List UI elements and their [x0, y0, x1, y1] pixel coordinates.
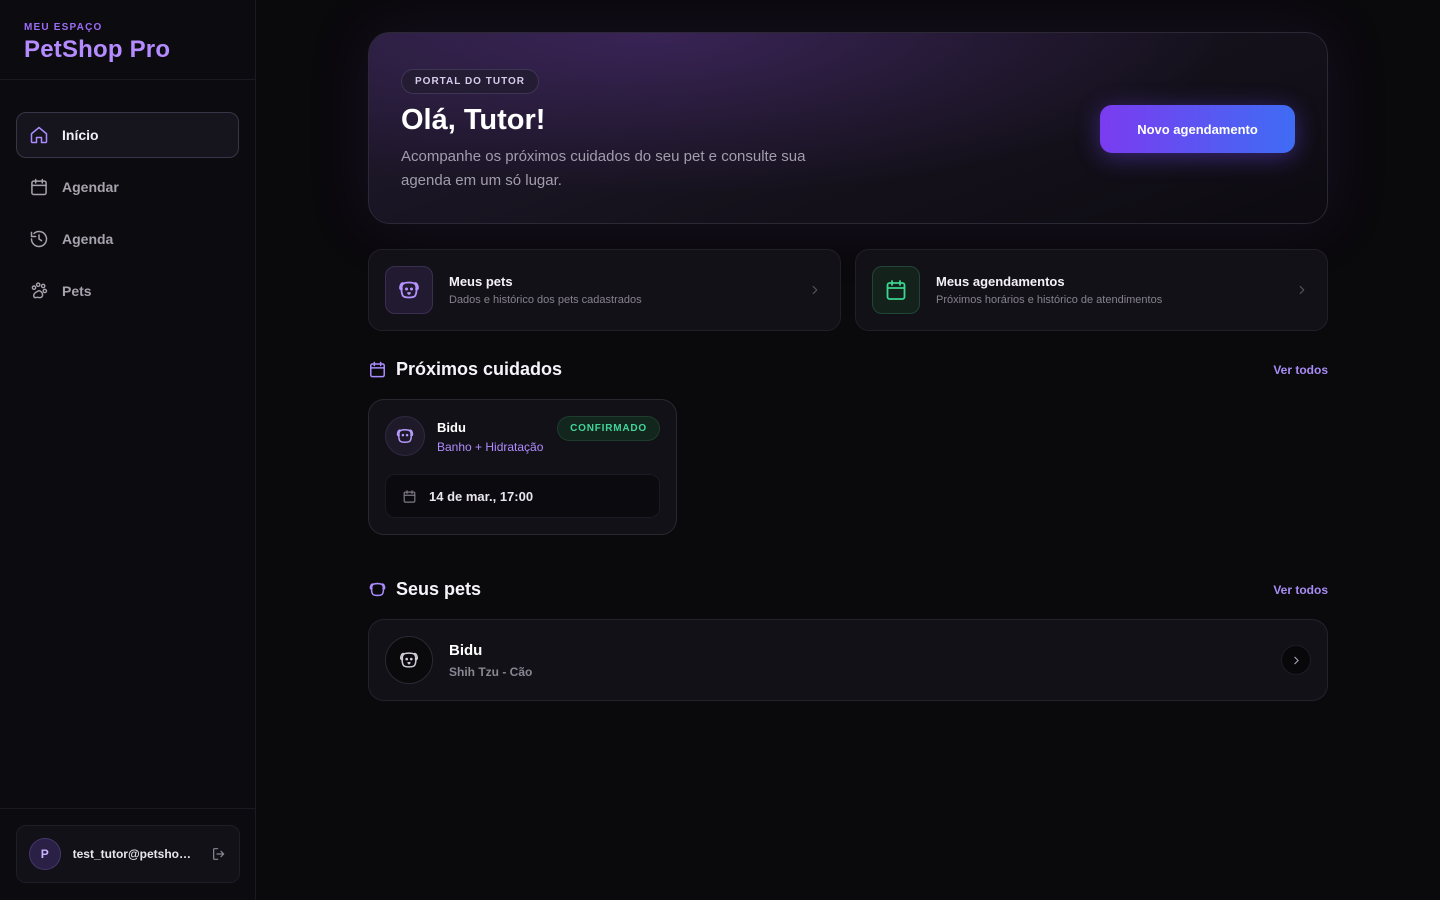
pet-breed: Shih Tzu - Cão	[449, 664, 533, 679]
sidebar-item-agendar[interactable]: Agendar	[16, 164, 239, 210]
pets-header: Seus pets Ver todos	[368, 579, 1328, 600]
dog-icon	[385, 266, 433, 314]
sidebar: MEU ESPAÇO PetShop Pro Início Agendar Ag…	[0, 0, 256, 900]
status-badge: CONFIRMADO	[557, 416, 660, 441]
sidebar-item-inicio[interactable]: Início	[16, 112, 239, 158]
calendar-icon	[368, 360, 387, 379]
user-card: P test_tutor@petshop...	[16, 825, 240, 883]
quick-title: Meus pets	[449, 274, 513, 289]
chevron-right-icon	[808, 283, 822, 297]
appointment-pet-name: Bidu	[437, 420, 466, 435]
paw-icon	[29, 281, 49, 301]
upcoming-title: Próximos cuidados	[368, 359, 562, 380]
avatar: P	[29, 838, 61, 870]
dog-icon	[368, 580, 387, 599]
home-icon	[29, 125, 49, 145]
dog-icon	[385, 416, 425, 456]
appointment-date: 14 de mar., 17:00	[385, 474, 660, 518]
sidebar-nav: Início Agendar Agenda Pets	[0, 80, 255, 314]
quick-title: Meus agendamentos	[936, 274, 1065, 289]
sidebar-item-agenda[interactable]: Agenda	[16, 216, 239, 262]
sidebar-item-label: Agenda	[62, 231, 114, 247]
sidebar-item-pets[interactable]: Pets	[16, 268, 239, 314]
upcoming-header: Próximos cuidados Ver todos	[368, 359, 1328, 380]
sidebar-item-label: Agendar	[62, 179, 119, 195]
section-title-text: Seus pets	[396, 579, 482, 599]
pets-title: Seus pets	[368, 579, 481, 600]
brand: MEU ESPAÇO PetShop Pro	[0, 0, 255, 80]
my-pets-card[interactable]: Meus pets Dados e histórico dos pets cad…	[368, 249, 841, 331]
my-appointments-card[interactable]: Meus agendamentos Próximos horários e hi…	[855, 249, 1328, 331]
calendar-icon	[402, 489, 417, 504]
sidebar-item-label: Pets	[62, 283, 92, 299]
hero-subtitle: Acompanhe os próximos cuidados do seu pe…	[401, 148, 806, 189]
see-all-pets-link[interactable]: Ver todos	[1273, 583, 1328, 597]
brand-title: PetShop Pro	[24, 36, 171, 63]
appointment-date-text: 14 de mar., 17:00	[429, 488, 534, 504]
sidebar-footer: P test_tutor@petshop...	[0, 808, 256, 900]
hero-banner: PORTAL DO TUTOR Olá, Tutor! Acompanhe os…	[368, 32, 1328, 224]
main-content: PORTAL DO TUTOR Olá, Tutor! Acompanhe os…	[368, 32, 1328, 701]
chevron-right-icon	[1295, 283, 1309, 297]
appointment-card[interactable]: Bidu Banho + Hidratação CONFIRMADO 14 de…	[368, 399, 677, 535]
quick-desc: Dados e histórico dos pets cadastrados	[449, 294, 642, 306]
see-all-upcoming-link[interactable]: Ver todos	[1273, 363, 1328, 377]
new-appointment-button[interactable]: Novo agendamento	[1100, 105, 1295, 153]
dog-icon	[385, 636, 433, 684]
pet-name: Bidu	[449, 641, 483, 659]
user-email: test_tutor@petshop...	[72, 847, 195, 861]
section-title-text: Próximos cuidados	[396, 359, 563, 379]
sidebar-item-label: Início	[62, 127, 99, 143]
quick-desc: Próximos horários e histórico de atendim…	[936, 294, 1163, 306]
brand-kicker: MEU ESPAÇO	[24, 22, 103, 33]
calendar-icon	[872, 266, 920, 314]
quick-links: Meus pets Dados e histórico dos pets cad…	[368, 249, 1328, 331]
history-icon	[29, 229, 49, 249]
hero-badge: PORTAL DO TUTOR	[401, 69, 539, 94]
chevron-right-icon[interactable]	[1281, 645, 1311, 675]
pet-list-item[interactable]: Bidu Shih Tzu - Cão	[368, 619, 1328, 701]
calendar-icon	[29, 177, 49, 197]
logout-icon[interactable]	[211, 846, 227, 862]
appointment-service: Banho + Hidratação	[437, 440, 544, 454]
